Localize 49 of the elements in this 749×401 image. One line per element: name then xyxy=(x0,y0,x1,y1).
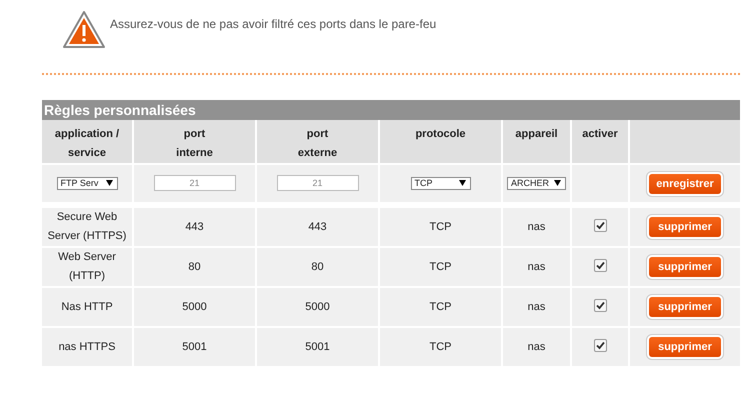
port-cell: 80 xyxy=(311,260,324,272)
delete-button[interactable]: supprimer xyxy=(649,337,721,357)
enable-checkbox[interactable] xyxy=(594,298,606,312)
delete-button[interactable]: supprimer xyxy=(649,217,721,237)
column-header: externe xyxy=(296,146,338,161)
application-select[interactable]: FTP Serv xyxy=(56,176,118,190)
enable-checkbox[interactable] xyxy=(594,338,606,352)
column-header: appareil xyxy=(514,127,559,142)
delete-button[interactable]: supprimer xyxy=(649,297,721,317)
save-button[interactable]: enregistrer xyxy=(649,174,721,194)
device-cell: nas xyxy=(528,340,546,352)
column-header: application / xyxy=(54,127,120,142)
application-cell: nas HTTPS xyxy=(58,340,116,352)
external-port-field[interactable]: 21 xyxy=(276,175,358,191)
caret-icon xyxy=(458,180,466,186)
protocol-cell: TCP xyxy=(430,300,452,312)
delete-button[interactable]: supprimer xyxy=(649,257,721,277)
column-header: protocole xyxy=(414,127,467,142)
internal-port-field[interactable]: 21 xyxy=(154,175,236,191)
warning-message: Assurez-vous de ne pas avoir filtré ces ports dans le pare-feu xyxy=(110,17,436,31)
port-cell: 5000 xyxy=(305,300,330,312)
column-header: interne xyxy=(175,146,214,161)
column-header: activer xyxy=(581,127,619,142)
application-cell: Web Server (HTTP) xyxy=(58,251,116,282)
caret-icon xyxy=(106,180,112,186)
column-header: service xyxy=(67,146,107,161)
table-title: Règles personnalisées xyxy=(42,100,740,120)
device-cell: nas xyxy=(528,220,546,232)
device-cell: nas xyxy=(528,300,546,312)
application-cell: Secure Web Server (HTTPS) xyxy=(48,211,126,242)
device-select[interactable]: ARCHER xyxy=(507,176,566,190)
warning-icon xyxy=(62,10,106,50)
protocol-cell: TCP xyxy=(430,260,452,272)
port-cell: 443 xyxy=(308,220,327,232)
port-cell: 5001 xyxy=(182,340,207,352)
protocol-cell: TCP xyxy=(430,340,452,352)
protocol-select[interactable]: TCP xyxy=(410,176,470,190)
caret-icon xyxy=(554,180,561,186)
enable-checkbox[interactable] xyxy=(594,258,606,272)
enable-checkbox[interactable] xyxy=(594,218,606,232)
port-cell: 5001 xyxy=(305,340,330,352)
column-header: port xyxy=(182,127,206,142)
application-cell: Nas HTTP xyxy=(61,300,113,312)
port-cell: 80 xyxy=(188,260,201,272)
device-cell: nas xyxy=(528,260,546,272)
protocol-cell: TCP xyxy=(430,220,452,232)
port-cell: 443 xyxy=(185,220,204,232)
column-header: port xyxy=(306,127,330,142)
port-cell: 5000 xyxy=(182,300,207,312)
